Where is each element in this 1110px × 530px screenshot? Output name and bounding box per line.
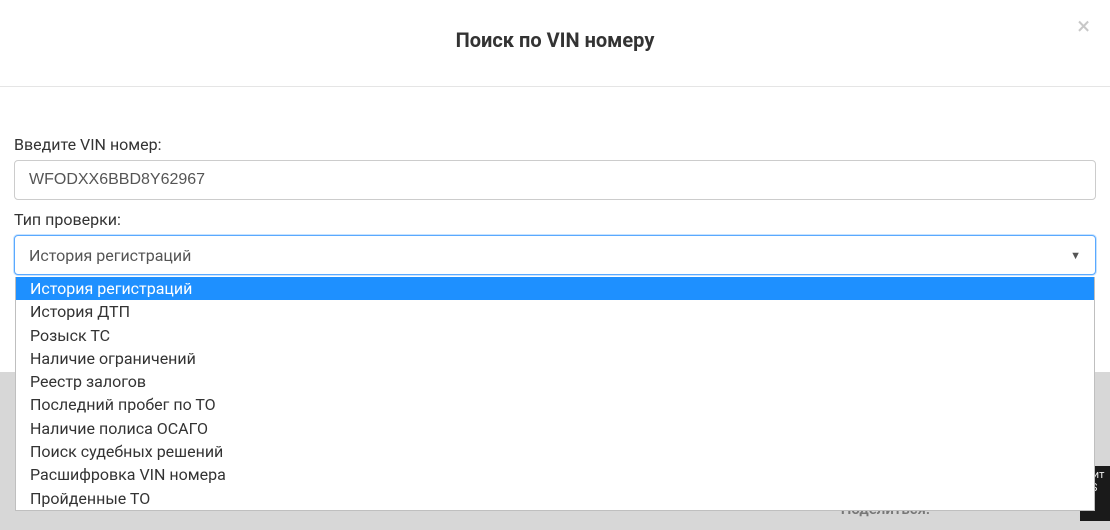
check-type-select-wrap: История регистраций ▼ История регистраци…: [14, 235, 1096, 275]
dropdown-option[interactable]: История ДТП: [16, 300, 1094, 323]
vin-search-modal: Поиск по VIN номеру × Введите VIN номер:…: [0, 0, 1110, 530]
dropdown-option[interactable]: Расшифровка VIN номера: [16, 463, 1094, 486]
vin-label: Введите VIN номер:: [14, 135, 1096, 154]
dropdown-option[interactable]: Реестр залогов: [16, 370, 1094, 393]
select-current-value: История регистраций: [29, 246, 191, 265]
modal-header: Поиск по VIN номеру ×: [0, 0, 1110, 87]
modal-body: Введите VIN номер: Тип проверки: История…: [0, 87, 1110, 295]
dropdown-option[interactable]: История регистраций: [16, 277, 1094, 300]
dropdown-option[interactable]: Наличие полиса ОСАГО: [16, 417, 1094, 440]
dropdown-option[interactable]: Розыск ТС: [16, 324, 1094, 347]
dropdown-option[interactable]: Последний пробег по ТО: [16, 393, 1094, 416]
chevron-down-icon: ▼: [1070, 249, 1081, 262]
check-type-select[interactable]: История регистраций ▼: [14, 235, 1096, 275]
dropdown-option[interactable]: Наличие ограничений: [16, 347, 1094, 370]
modal-title: Поиск по VIN номеру: [0, 28, 1110, 52]
dropdown-option[interactable]: Поиск судебных решений: [16, 440, 1094, 463]
vin-input[interactable]: [14, 160, 1096, 200]
dropdown-option[interactable]: Пройденные ТО: [16, 487, 1094, 510]
check-type-dropdown: История регистрацийИстория ДТПРозыск ТСН…: [15, 277, 1095, 511]
close-icon[interactable]: ×: [1077, 14, 1090, 38]
check-type-label: Тип проверки:: [14, 210, 1096, 229]
